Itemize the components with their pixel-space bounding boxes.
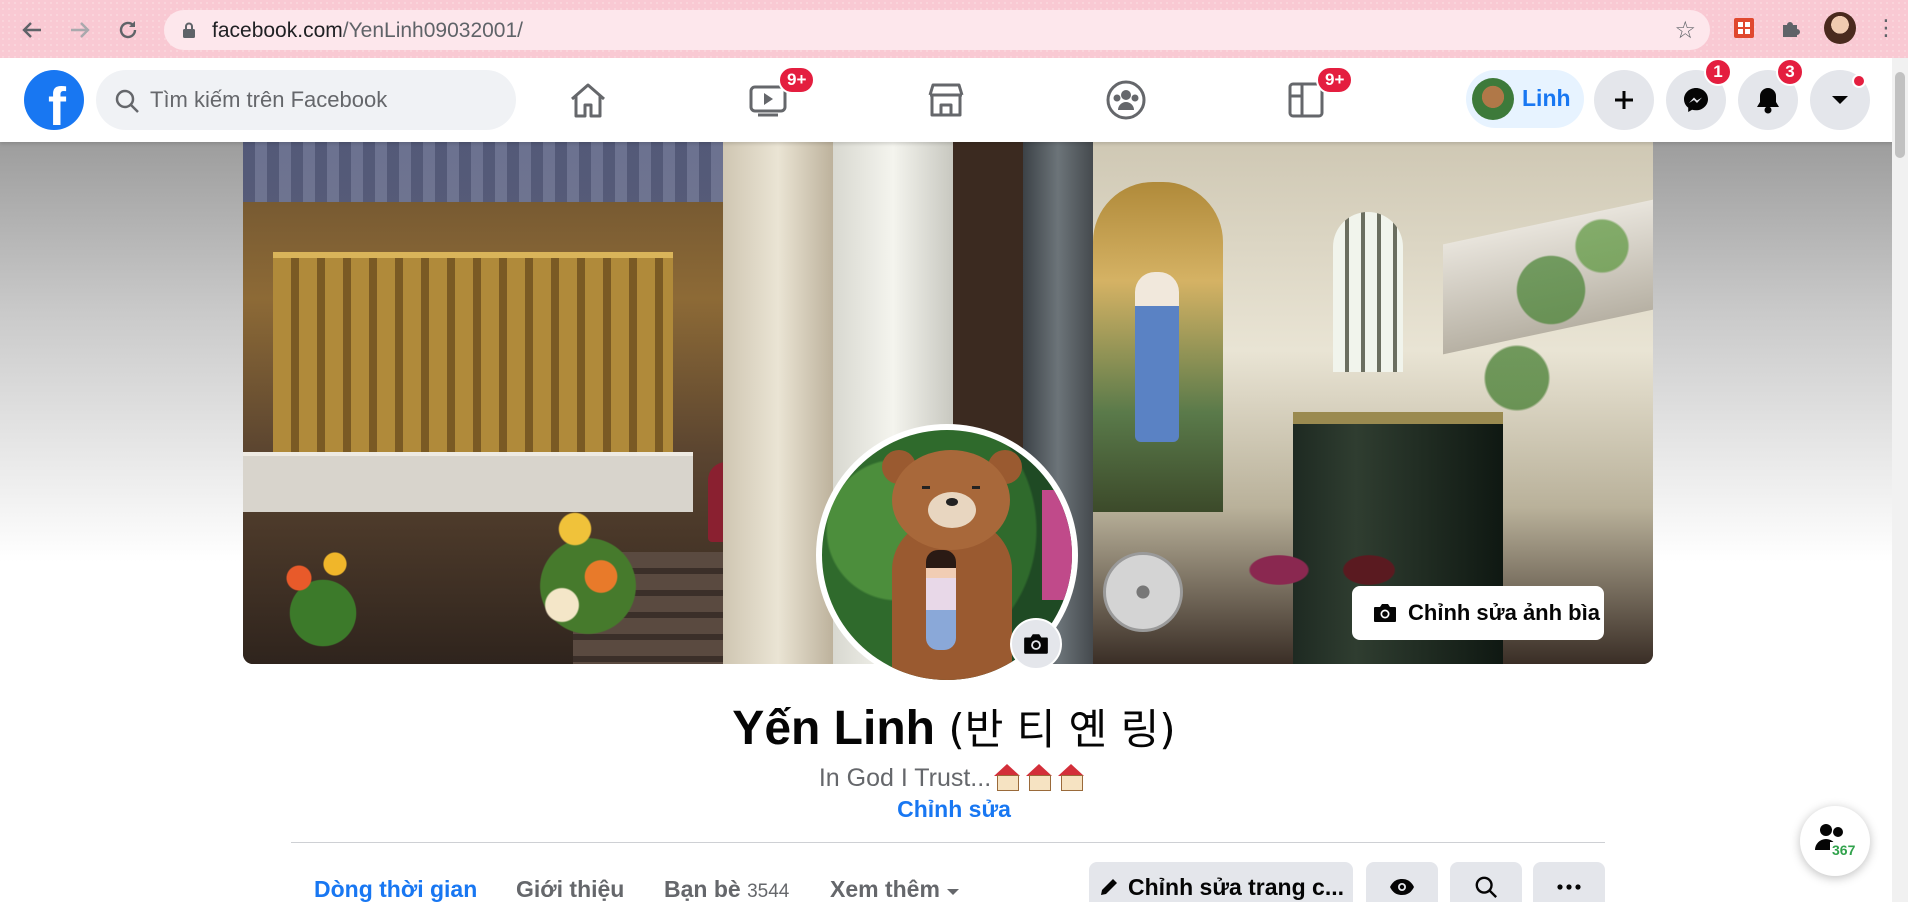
edit-profile-button[interactable]: Chỉnh sửa trang c...: [1089, 862, 1353, 902]
divider: [291, 842, 1605, 843]
bookmark-star-icon[interactable]: ☆: [1674, 16, 1696, 45]
profile-name: Yến Linh (반 티 옌 링): [0, 696, 1908, 757]
groups-tab[interactable]: [1066, 64, 1186, 136]
page-scrollbar[interactable]: [1892, 58, 1908, 902]
caret-down-icon: [947, 889, 960, 895]
home-tab[interactable]: [528, 64, 648, 136]
notifications-button[interactable]: 3: [1738, 58, 1804, 130]
messenger-button[interactable]: 1: [1666, 58, 1732, 130]
profile-alternate-name: (반 티 옌 링): [948, 705, 1176, 754]
bell-icon: [1757, 88, 1779, 114]
back-icon[interactable]: [14, 12, 50, 48]
marketplace-tab[interactable]: [886, 64, 1006, 136]
edit-profile-label: Chỉnh sửa trang c...: [1127, 873, 1345, 900]
contacts-count: 367: [1830, 842, 1858, 858]
chevron-down-icon: [1832, 96, 1848, 104]
house-emoji-icon: [993, 764, 1089, 797]
edit-bio-link[interactable]: Chỉnh sửa: [0, 796, 1908, 823]
browser-toolbar: facebook.com/YenLinh09032001/ ☆ ⋮: [0, 0, 1908, 58]
profile-shortcut[interactable]: Linh: [1466, 70, 1584, 128]
tab-more[interactable]: Xem thêm: [830, 876, 960, 902]
scrollbar-thumb[interactable]: [1895, 72, 1905, 158]
messenger-icon: [1684, 88, 1708, 112]
profile-search-button[interactable]: [1450, 862, 1522, 902]
url-text: facebook.com/YenLinh09032001/: [212, 19, 523, 42]
camera-icon: [1374, 604, 1396, 622]
new-message-contacts-button[interactable]: 367: [1800, 806, 1870, 876]
tab-about[interactable]: Giới thiệu: [516, 876, 624, 902]
profile-bio: In God I Trust...: [0, 764, 1908, 797]
view-as-button[interactable]: [1366, 862, 1438, 902]
puzzle-icon[interactable]: [1776, 14, 1804, 42]
bio-text: In God I Trust...: [818, 764, 992, 792]
facebook-header: f 9+ 9+ Linh 1 3: [0, 58, 1908, 142]
browser-menu-icon[interactable]: ⋮: [1872, 14, 1900, 42]
reload-icon[interactable]: [110, 12, 146, 48]
edit-cover-button[interactable]: Chỉnh sửa ảnh bìa: [1352, 586, 1604, 640]
ellipsis-icon: [1557, 884, 1581, 890]
profile-shortcut-name: Linh: [1522, 85, 1571, 111]
account-menu-button[interactable]: [1810, 70, 1870, 130]
groups-icon: [1106, 80, 1146, 120]
gaming-tab[interactable]: 9+: [1246, 64, 1366, 136]
eye-icon: [1390, 879, 1414, 895]
tab-friends-label: Bạn bè: [664, 876, 741, 902]
edit-cover-label: Chỉnh sửa ảnh bìa: [1408, 600, 1600, 625]
tab-timeline[interactable]: Dòng thời gian: [314, 876, 477, 902]
create-button[interactable]: [1594, 70, 1654, 130]
search-icon: [115, 89, 139, 113]
friends-count: 3544: [747, 881, 790, 902]
search-input[interactable]: [150, 82, 490, 118]
browser-profile-avatar[interactable]: [1824, 12, 1856, 44]
facebook-logo[interactable]: f: [24, 70, 84, 130]
watch-badge: 9+: [778, 66, 816, 94]
avatar: [1472, 78, 1514, 120]
camera-icon: [1024, 634, 1048, 654]
search-box[interactable]: [96, 70, 516, 130]
pencil-icon: [1100, 879, 1117, 895]
marketplace-icon: [928, 83, 964, 117]
search-icon: [1475, 876, 1498, 899]
notifications-badge: 3: [1776, 58, 1804, 86]
address-bar[interactable]: facebook.com/YenLinh09032001/ ☆: [164, 10, 1710, 50]
more-options-button[interactable]: [1533, 862, 1605, 902]
tab-friends[interactable]: Bạn bè 3544: [664, 876, 789, 902]
notification-dot: [1852, 74, 1866, 88]
extension-grid-icon[interactable]: [1730, 14, 1758, 42]
forward-icon[interactable]: [62, 12, 98, 48]
tab-more-label: Xem thêm: [830, 876, 940, 902]
lock-icon: [183, 22, 195, 38]
plus-icon: [1615, 91, 1633, 109]
gaming-badge: 9+: [1316, 66, 1354, 94]
watch-tab[interactable]: 9+: [708, 64, 828, 136]
home-icon: [571, 83, 605, 118]
messenger-badge: 1: [1704, 58, 1732, 86]
profile-name-text: Yến Linh: [732, 702, 935, 755]
update-profile-picture-button[interactable]: [1010, 618, 1062, 670]
